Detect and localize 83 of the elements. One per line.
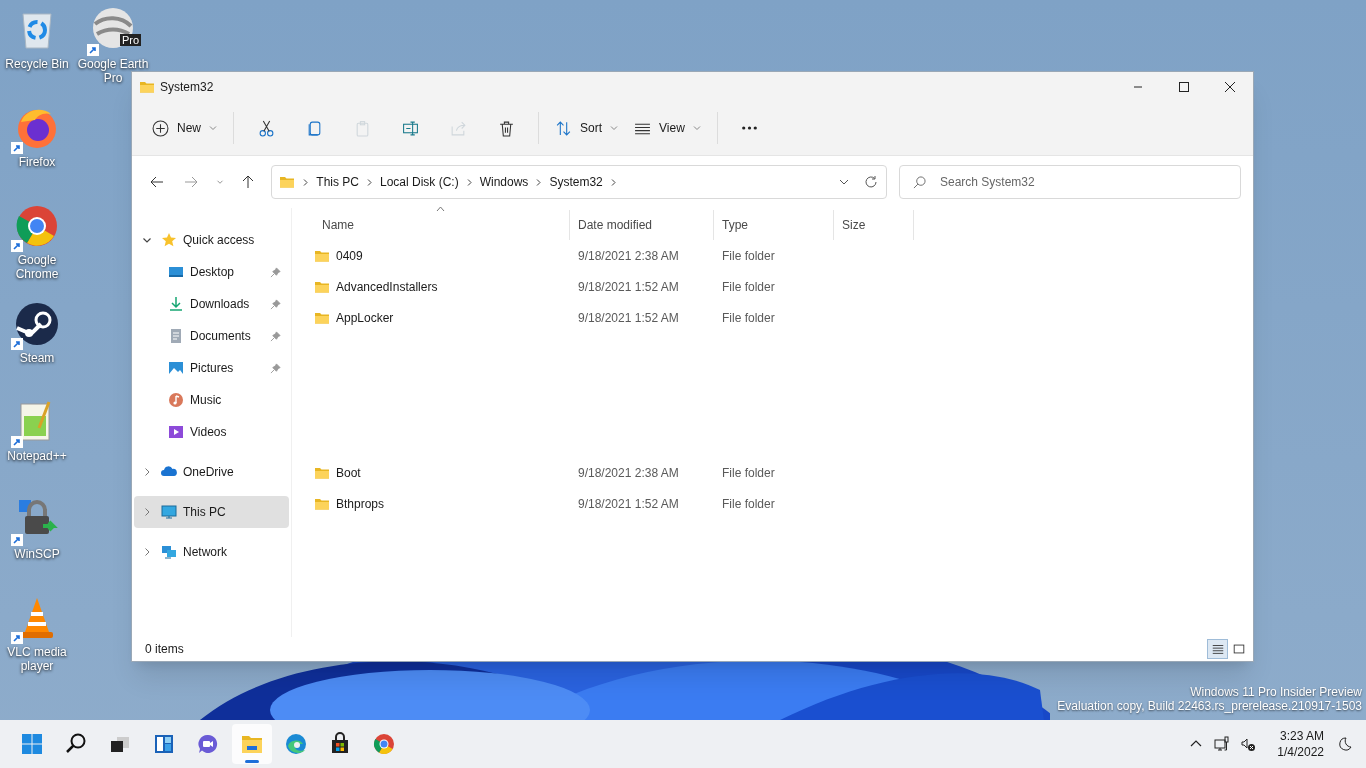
column-header[interactable]: Date modified bbox=[570, 210, 714, 240]
star-icon bbox=[161, 232, 177, 248]
search-field[interactable]: Search System32 bbox=[899, 165, 1241, 199]
breadcrumb-link[interactable]: System32 bbox=[549, 173, 603, 191]
refresh-icon[interactable] bbox=[864, 175, 878, 189]
pc-icon bbox=[161, 504, 177, 520]
tiles-view-icon bbox=[1231, 642, 1246, 656]
file-name[interactable]: 0409 bbox=[336, 246, 363, 265]
caret-icon bbox=[209, 124, 217, 132]
details-view-icon bbox=[1210, 642, 1225, 656]
column-header[interactable]: Size bbox=[834, 210, 914, 240]
chevron-right-icon bbox=[365, 177, 374, 187]
videos-icon bbox=[168, 424, 184, 440]
breadcrumb-link[interactable]: Local Disk (C:) bbox=[380, 173, 459, 191]
chevron-down-icon[interactable] bbox=[142, 235, 152, 245]
clock-button[interactable]: 3:23 AM 1/4/2022 bbox=[1271, 724, 1330, 764]
file-name[interactable]: Boot bbox=[336, 463, 361, 482]
music-icon bbox=[168, 392, 184, 408]
desktop-icon bbox=[168, 264, 184, 280]
nav-item[interactable]: Quick access bbox=[134, 224, 289, 256]
column-header[interactable]: Type bbox=[714, 210, 834, 240]
badge: Pro bbox=[119, 34, 141, 46]
chevron-right-icon bbox=[534, 177, 544, 187]
type-cell-text: File folder bbox=[721, 278, 776, 296]
sort-button[interactable]: Sort bbox=[547, 110, 627, 146]
file-name[interactable]: AppLocker bbox=[336, 308, 394, 327]
chevron-right-icon[interactable] bbox=[142, 507, 152, 517]
app-icon[interactable] bbox=[13, 300, 61, 348]
widgets-icon bbox=[152, 732, 176, 756]
pictures-icon bbox=[168, 360, 184, 376]
chevron-right-icon[interactable] bbox=[142, 547, 152, 557]
breadcrumb-link[interactable]: Windows bbox=[479, 173, 529, 191]
caret-icon bbox=[610, 124, 619, 132]
edge-icon bbox=[284, 732, 308, 756]
chevron-right-icon[interactable] bbox=[142, 467, 152, 477]
downloads-icon bbox=[168, 296, 184, 312]
date-cell-text: 9/18/2021 2:38 AM bbox=[577, 464, 680, 482]
column-header[interactable]: Name bbox=[314, 210, 570, 240]
type-cell-text: File folder bbox=[721, 464, 776, 482]
network-icon bbox=[1214, 736, 1231, 752]
watermark-text: Windows 11 Pro Insider Preview bbox=[1190, 685, 1362, 699]
window-title: System32 bbox=[160, 78, 214, 96]
item-count: 0 items bbox=[145, 641, 184, 658]
start-icon bbox=[20, 732, 44, 756]
network-icon bbox=[161, 544, 177, 560]
nav-item[interactable]: Downloads bbox=[134, 288, 289, 320]
documents-icon bbox=[168, 328, 184, 344]
folder-icon bbox=[279, 174, 296, 190]
breadcrumb-link[interactable]: This PC bbox=[316, 173, 359, 191]
view-button[interactable]: View bbox=[626, 110, 709, 146]
moon-icon bbox=[1337, 736, 1353, 752]
nav-item[interactable]: Desktop bbox=[134, 256, 289, 288]
nav-item[interactable]: Videos bbox=[134, 416, 289, 448]
chat-icon bbox=[196, 732, 220, 756]
date-cell-text: 9/18/2021 2:38 AM bbox=[577, 247, 680, 265]
file-name[interactable]: Bthprops bbox=[336, 494, 385, 513]
folder-app-button[interactable] bbox=[232, 724, 272, 764]
maximize-icon bbox=[1178, 80, 1190, 93]
nav-item[interactable]: Network bbox=[134, 536, 289, 568]
chrome-icon bbox=[372, 732, 396, 756]
type-cell-text: File folder bbox=[721, 495, 776, 513]
nav-item[interactable]: This PC bbox=[134, 496, 289, 528]
watermark-text: Evaluation copy, Build 22463.rs_prerelease.210917-1503 bbox=[1057, 699, 1362, 713]
type-cell-text: File folder bbox=[721, 309, 776, 327]
new-button[interactable]: New bbox=[144, 110, 225, 146]
chevron-right-icon bbox=[301, 177, 311, 187]
forward-icon bbox=[182, 174, 199, 190]
date-cell-text: 9/18/2021 1:52 AM bbox=[577, 309, 680, 327]
details-view-button[interactable] bbox=[1207, 639, 1228, 659]
nav-item[interactable]: Documents bbox=[134, 320, 289, 352]
close-icon bbox=[1224, 80, 1236, 93]
date-cell-text: 9/18/2021 1:52 AM bbox=[577, 278, 680, 296]
speaker-muted-icon bbox=[1240, 736, 1257, 752]
type-cell-text: File folder bbox=[721, 247, 776, 265]
nav-item[interactable]: Pictures bbox=[134, 352, 289, 384]
address-bar[interactable]: This PC Local Disk (C:) Windows System32 bbox=[271, 165, 887, 199]
file-name[interactable]: AdvancedInstallers bbox=[336, 277, 438, 296]
back-icon bbox=[148, 174, 165, 190]
search-icon bbox=[913, 176, 926, 189]
caret-icon bbox=[692, 124, 701, 132]
nav-item[interactable]: Music bbox=[134, 384, 289, 416]
date-cell-text: 9/18/2021 1:52 AM bbox=[577, 495, 680, 513]
nav-item[interactable]: OneDrive bbox=[134, 456, 289, 488]
